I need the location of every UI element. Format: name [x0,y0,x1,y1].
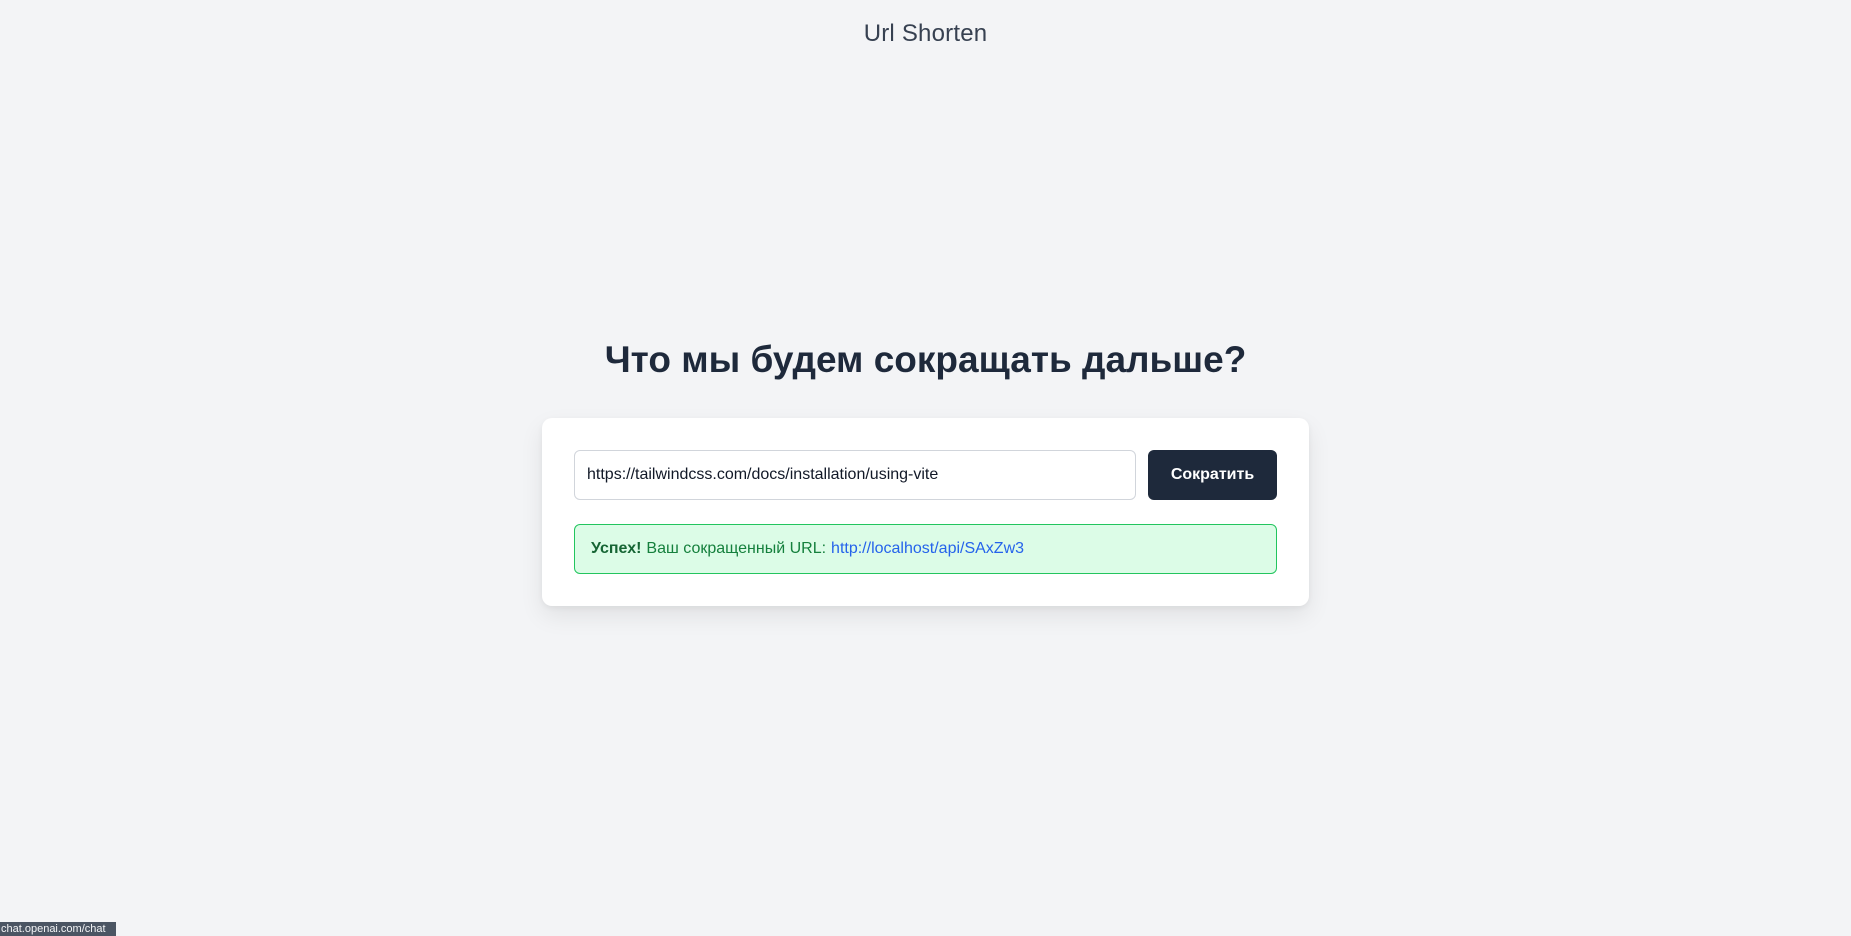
short-url-link[interactable]: http://localhost/api/SAxZw3 [831,540,1024,558]
alert-message: Ваш сокращенный URL: [646,540,827,557]
shorten-card: Сократить Успех! Ваш сокращенный URL: ht… [542,418,1309,606]
success-alert: Успех! Ваш сокращенный URL: http://local… [574,524,1277,574]
shorten-form: Сократить [574,450,1277,500]
alert-strong-label: Успех! [591,540,642,557]
app-title: Url Shorten [863,20,988,47]
url-input[interactable] [574,450,1136,500]
app-header: Url Shorten [0,0,1851,68]
shorten-button[interactable]: Сократить [1148,450,1277,500]
page-heading: Что мы будем сокращать дальше? [604,339,1247,380]
main-content: Что мы будем сокращать дальше? Сократить… [0,332,1851,606]
browser-status-url: chat.openai.com/chat [0,922,116,936]
